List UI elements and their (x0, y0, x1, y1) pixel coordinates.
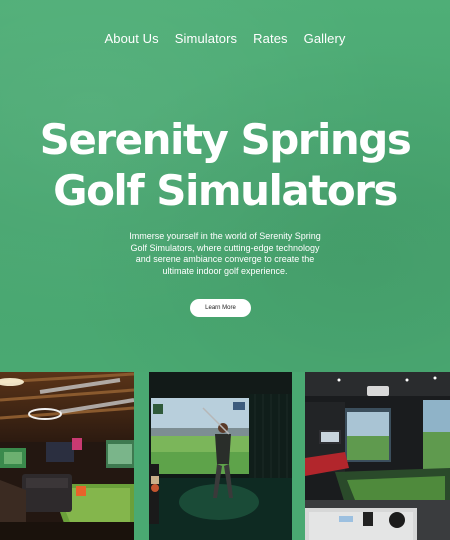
hero-description: Immerse yourself in the world of Serenit… (129, 231, 321, 276)
top-nav: About Us Simulators Rates Gallery (0, 31, 450, 46)
title-line-1: Serenity Springs (39, 115, 412, 164)
hero-section: About Us Simulators Rates Gallery Sereni… (0, 0, 450, 372)
lounge-photo[interactable] (0, 372, 134, 540)
simulator-bay-photo-art (305, 372, 450, 540)
nav-item-gallery[interactable]: Gallery (304, 31, 346, 46)
simulator-bay-photo[interactable] (305, 372, 450, 540)
learn-more-button[interactable]: Learn More (190, 299, 251, 317)
title-line-2: Golf Simulators (53, 166, 398, 215)
nav-item-about-us[interactable]: About Us (104, 31, 158, 46)
nav-item-rates[interactable]: Rates (253, 31, 287, 46)
golfer-swing-photo-art (149, 372, 292, 540)
golfer-swing-photo[interactable] (149, 372, 292, 540)
nav-item-simulators[interactable]: Simulators (175, 31, 237, 46)
page-title: Serenity Springs Golf Simulators (0, 114, 450, 216)
lounge-photo-art (0, 372, 134, 540)
gallery-strip (0, 372, 450, 540)
